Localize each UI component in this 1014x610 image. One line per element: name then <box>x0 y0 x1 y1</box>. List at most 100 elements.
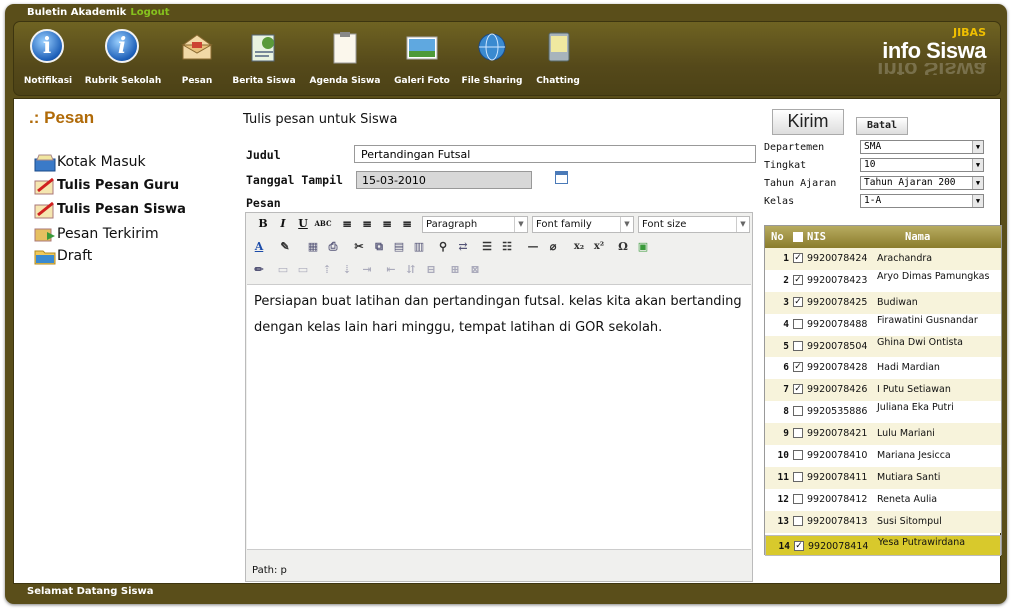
insert-row-before-icon[interactable]: ⇡ <box>318 261 336 279</box>
message-body-editor[interactable]: Persiapan buat latihan dan pertandingan … <box>247 284 751 550</box>
image-icon[interactable]: ▣ <box>634 238 652 256</box>
merge-cells-icon[interactable]: ⊞ <box>446 261 464 279</box>
paste-icon[interactable]: ▤ <box>390 238 408 256</box>
text-color-icon[interactable]: A <box>250 238 268 256</box>
row-checkbox[interactable]: ✓ <box>793 253 803 263</box>
nav-label: Tulis Pesan Guru <box>57 178 180 193</box>
logout-link[interactable]: Logout <box>130 7 169 18</box>
table-col-icon[interactable]: ▭ <box>294 261 312 279</box>
replace-icon[interactable]: ⇄ <box>454 238 472 256</box>
insert-col-icon[interactable]: ⇤ <box>382 261 400 279</box>
superscript-icon[interactable]: x² <box>590 238 608 256</box>
font-size-select[interactable]: Font size ▼ <box>638 216 750 233</box>
judul-label: Judul <box>246 148 281 162</box>
table-row[interactable]: 3 ✓ 9920078425 Budiwan <box>765 291 1001 314</box>
table-row[interactable]: 5 9920078504 Ghina Dwi Ontista <box>765 335 1001 358</box>
toolbar-chatting[interactable]: Chatting <box>528 22 588 95</box>
row-nama: Budiwan <box>877 296 918 308</box>
brand-title: info Siswa <box>882 38 986 63</box>
tingkat-select[interactable]: 10 ▼ <box>860 158 984 172</box>
delete-col-icon[interactable]: ⇵ <box>402 261 420 279</box>
row-checkbox[interactable] <box>793 428 803 439</box>
row-checkbox[interactable] <box>793 340 803 351</box>
judul-input[interactable]: Pertandingan Futsal <box>354 145 756 163</box>
italic-button[interactable]: I <box>274 215 292 233</box>
special-char-icon[interactable]: Ω <box>614 238 632 256</box>
table-row[interactable]: 4 9920078488 Firawatini Gusnandar <box>765 313 1001 336</box>
clipboard-icon <box>327 29 363 65</box>
toolbar-notifikasi[interactable]: i Notifikasi <box>18 22 78 95</box>
main-toolbar: i Notifikasi i Rubrik Sekolah Pesan Beri… <box>13 21 1001 96</box>
edit-icon[interactable]: ✏ <box>250 261 268 279</box>
table-row[interactable]: 7 ✓ 9920078426 I Putu Setiawan <box>765 379 1001 402</box>
departemen-select[interactable]: SMA ▼ <box>860 140 984 154</box>
table-row[interactable]: 14 ✓ 9920078414 Yesa Putrawirdana <box>765 534 1001 557</box>
toolbar-pesan[interactable]: Pesan <box>168 22 226 95</box>
row-checkbox[interactable] <box>793 493 803 504</box>
find-icon[interactable]: ⚲ <box>434 238 452 256</box>
row-checkbox[interactable] <box>793 471 803 482</box>
table-row[interactable]: 13 9920078413 Susi Sitompul <box>765 510 1001 533</box>
align-justify-icon[interactable]: ≡ <box>398 215 416 233</box>
nav-label: Kotak Masuk <box>57 154 146 170</box>
bullet-list-icon[interactable]: ☰ <box>478 238 496 256</box>
toolbar-galeri-foto[interactable]: Galeri Foto <box>388 22 456 95</box>
cancel-button[interactable]: Batal <box>856 117 908 135</box>
calendar-icon[interactable] <box>555 171 568 184</box>
row-checkbox[interactable]: ✓ <box>793 296 803 307</box>
toolbar-agenda-siswa[interactable]: Agenda Siswa <box>302 22 388 95</box>
table-row[interactable]: 8 9920535886 Juliana Eka Putri <box>765 401 1001 424</box>
row-checkbox[interactable] <box>793 318 803 329</box>
app-title: Buletin Akademik <box>27 7 127 18</box>
student-table: No NIS Nama 1 ✓ 9920078424 Arachandra 2 ✓ 9920… <box>764 225 1002 557</box>
select-all-checkbox[interactable] <box>793 232 803 242</box>
paste-word-icon[interactable]: ▥ <box>410 238 428 256</box>
row-checkbox[interactable]: ✓ <box>793 274 803 285</box>
delete-row-icon[interactable]: ⇥ <box>358 261 376 279</box>
cut-icon[interactable]: ✂ <box>350 238 368 256</box>
globe-icon <box>474 29 510 65</box>
table-row[interactable]: 9 9920078421 Lulu Mariani <box>765 423 1001 446</box>
align-right-icon[interactable]: ≡ <box>378 215 396 233</box>
row-checkbox[interactable]: ✓ <box>794 540 804 551</box>
row-checkbox[interactable] <box>793 450 803 461</box>
row-checkbox[interactable] <box>793 515 803 526</box>
toolbar-berita-siswa[interactable]: Berita Siswa <box>226 22 302 95</box>
font-family-select[interactable]: Font family ▼ <box>532 216 634 233</box>
horizontal-rule-icon[interactable]: — <box>524 238 542 256</box>
strikethrough-button[interactable]: ABC <box>314 215 332 233</box>
table-row[interactable]: 6 ✓ 9920078428 Hadi Mardian <box>765 357 1001 380</box>
table-row[interactable]: 10 9920078410 Mariana Jesicca <box>765 445 1001 467</box>
row-checkbox[interactable]: ✓ <box>793 384 803 395</box>
table-row[interactable]: 1 ✓ 9920078424 Arachandra <box>765 248 1001 270</box>
toolbar-rubrik-sekolah[interactable]: i Rubrik Sekolah <box>78 22 168 95</box>
table-row[interactable]: 12 9920078412 Reneta Aulia <box>765 488 1001 511</box>
copy-icon[interactable]: ⧉ <box>370 238 388 256</box>
eraser-icon[interactable]: ⌀ <box>544 238 562 256</box>
tanggal-input[interactable]: 15-03-2010 <box>356 171 532 189</box>
split-cell-icon[interactable]: ⊟ <box>422 261 440 279</box>
highlight-icon[interactable]: ✎ <box>276 238 294 256</box>
align-left-icon[interactable]: ≡ <box>338 215 356 233</box>
top-bar: Buletin Akademik Logout <box>5 4 1007 21</box>
table-row-icon[interactable]: ▭ <box>274 261 292 279</box>
table-row[interactable]: 11 9920078411 Mutiara Santi <box>765 466 1001 489</box>
print-icon[interactable]: ⎙ <box>324 238 342 256</box>
send-button[interactable]: Kirim <box>772 109 844 135</box>
row-checkbox[interactable]: ✓ <box>793 362 803 373</box>
kelas-select[interactable]: 1-A ▼ <box>860 194 984 208</box>
bold-button[interactable]: B <box>254 215 272 233</box>
format-select[interactable]: Paragraph ▼ <box>422 216 528 233</box>
cell-props-icon[interactable]: ⊠ <box>466 261 484 279</box>
table-icon[interactable]: ▦ <box>304 238 322 256</box>
toolbar-file-sharing[interactable]: File Sharing <box>456 22 528 95</box>
underline-button[interactable]: U <box>294 215 312 233</box>
align-center-icon[interactable]: ≡ <box>358 215 376 233</box>
tahun-ajaran-select[interactable]: Tahun Ajaran 200 ▼ <box>860 176 984 190</box>
table-row[interactable]: 2 ✓ 9920078423 Aryo Dimas Pamungkas <box>765 269 1001 292</box>
row-nama: Yesa Putrawirdana <box>878 536 966 548</box>
number-list-icon[interactable]: ☷ <box>498 238 516 256</box>
row-checkbox[interactable] <box>793 406 803 417</box>
insert-row-after-icon[interactable]: ⇣ <box>338 261 356 279</box>
subscript-icon[interactable]: x₂ <box>570 238 588 256</box>
